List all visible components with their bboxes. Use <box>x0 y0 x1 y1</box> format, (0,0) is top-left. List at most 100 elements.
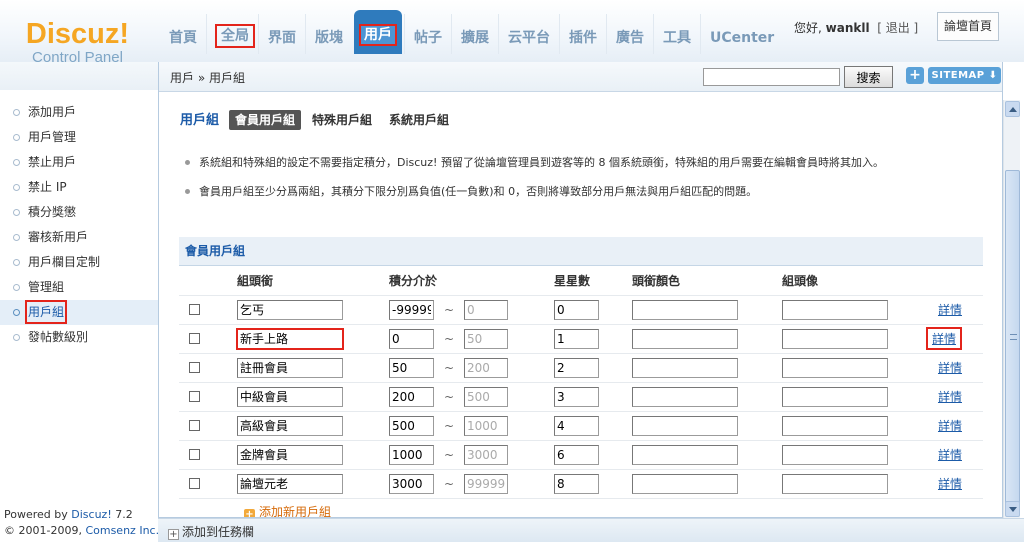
detail-link[interactable]: 詳情 <box>938 303 962 317</box>
sidebar-item[interactable]: 積分獎懲 <box>0 200 158 225</box>
group-icon-input[interactable] <box>782 328 888 349</box>
title-color-input[interactable] <box>632 473 738 494</box>
stars-input[interactable] <box>554 415 599 436</box>
credits-high-input[interactable] <box>464 328 508 349</box>
nav-tab[interactable]: 工具 <box>653 14 700 54</box>
sidebar-item[interactable]: 添加用戶 <box>0 100 158 125</box>
row-checkbox[interactable] <box>189 391 200 402</box>
vertical-scrollbar[interactable] <box>1003 100 1020 518</box>
group-title-input[interactable] <box>237 444 343 465</box>
stars-input[interactable] <box>554 357 599 378</box>
detail-link[interactable]: 詳情 <box>938 419 962 433</box>
stars-input[interactable] <box>554 386 599 407</box>
credits-high-input[interactable] <box>464 473 508 494</box>
credits-low-input[interactable] <box>389 357 434 378</box>
stars-input[interactable] <box>554 444 599 465</box>
logout-link[interactable]: [ 退出 ] <box>877 21 918 35</box>
nav-tab[interactable]: 用戶 <box>354 10 402 54</box>
powered-brand[interactable]: Discuz! <box>71 508 111 521</box>
plus-box-icon: + <box>168 529 179 540</box>
detail-link[interactable]: 詳情 <box>925 327 962 350</box>
sidebar-item[interactable]: 禁止用戶 <box>0 150 158 175</box>
sidebar-item[interactable]: 用戶管理 <box>0 125 158 150</box>
sidebar-item[interactable]: 禁止 IP <box>0 175 158 200</box>
group-title-input[interactable] <box>237 415 343 436</box>
nav-tab[interactable]: UCenter <box>700 14 783 54</box>
group-title-input[interactable] <box>237 386 343 407</box>
add-to-taskbar[interactable]: + 添加到任務欄 <box>168 523 254 540</box>
nav-tab[interactable]: 版塊 <box>305 14 352 54</box>
title-color-input[interactable] <box>632 357 738 378</box>
nav-tab[interactable]: 擴展 <box>451 14 498 54</box>
row-checkbox[interactable] <box>189 362 200 373</box>
nav-tab[interactable]: 全局 <box>206 14 258 54</box>
title-color-input[interactable] <box>632 415 738 436</box>
group-icon-input[interactable] <box>782 444 888 465</box>
subtab[interactable]: 系統用戶組 <box>383 110 455 130</box>
detail-link[interactable]: 詳情 <box>938 361 962 375</box>
bullet-icon <box>13 334 20 341</box>
search-button[interactable]: 搜索 <box>844 66 893 88</box>
sidebar-item[interactable]: 用戶組 <box>0 300 158 325</box>
stars-input[interactable] <box>554 328 599 349</box>
detail-link[interactable]: 詳情 <box>938 477 962 491</box>
group-title-input[interactable] <box>237 473 343 494</box>
add-group-link[interactable]: + 添加新用戶組 <box>244 503 331 517</box>
sidebar-item[interactable]: 發帖數級別 <box>0 325 158 350</box>
detail-link[interactable]: 詳情 <box>938 390 962 404</box>
credits-high-input[interactable] <box>464 386 508 407</box>
bullet-icon <box>185 189 190 194</box>
credits-high-input[interactable] <box>464 299 508 320</box>
credits-high-input[interactable] <box>464 444 508 465</box>
credits-high-input[interactable] <box>464 357 508 378</box>
group-icon-input[interactable] <box>782 415 888 436</box>
credits-low-input[interactable] <box>389 386 434 407</box>
nav-tab[interactable]: 廣告 <box>606 14 653 54</box>
sitemap-button[interactable]: SITEMAP ⬇ <box>928 67 1001 84</box>
credits-low-input[interactable] <box>389 473 434 494</box>
stars-input[interactable] <box>554 299 599 320</box>
credits-low-input[interactable] <box>389 444 434 465</box>
sidebar-item-label: 用戶組 <box>25 300 68 324</box>
title-color-input[interactable] <box>632 444 738 465</box>
title-color-input[interactable] <box>632 299 738 320</box>
group-title-input[interactable] <box>236 327 344 350</box>
subtab[interactable]: 特殊用戶組 <box>306 110 378 130</box>
detail-link[interactable]: 詳情 <box>938 448 962 462</box>
company-link[interactable]: Comsenz Inc. <box>85 524 159 537</box>
nav-tab[interactable]: 首頁 <box>160 14 206 54</box>
row-checkbox[interactable] <box>189 449 200 460</box>
sidebar-item[interactable]: 用戶欄目定制 <box>0 250 158 275</box>
credits-low-input[interactable] <box>389 415 434 436</box>
title-color-input[interactable] <box>632 386 738 407</box>
credits-low-input[interactable] <box>389 328 434 349</box>
title-color-input[interactable] <box>632 328 738 349</box>
group-icon-input[interactable] <box>782 357 888 378</box>
stars-input[interactable] <box>554 473 599 494</box>
row-checkbox[interactable] <box>189 420 200 431</box>
row-checkbox[interactable] <box>189 304 200 315</box>
subtab[interactable]: 會員用戶組 <box>229 110 302 130</box>
group-title-input[interactable] <box>237 299 343 320</box>
credits-low-input[interactable] <box>389 299 434 320</box>
group-icon-input[interactable] <box>782 386 888 407</box>
search-input[interactable] <box>703 68 840 86</box>
credits-high-input[interactable] <box>464 415 508 436</box>
row-checkbox[interactable] <box>189 478 200 489</box>
group-icon-input[interactable] <box>782 473 888 494</box>
row-checkbox[interactable] <box>189 333 200 344</box>
scroll-thumb[interactable] <box>1005 170 1020 506</box>
nav-item-0: 首頁 <box>160 14 206 54</box>
add-shortcut-icon[interactable]: + <box>906 67 924 84</box>
forum-home-button[interactable]: 論壇首頁 <box>937 12 999 41</box>
group-icon-input[interactable] <box>782 299 888 320</box>
nav-tab[interactable]: 云平台 <box>498 14 559 54</box>
nav-tab[interactable]: 界面 <box>258 14 305 54</box>
nav-tab[interactable]: 帖子 <box>404 14 451 54</box>
sidebar-item[interactable]: 審核新用戶 <box>0 225 158 250</box>
group-title-input[interactable] <box>237 357 343 378</box>
scroll-up-icon[interactable] <box>1005 101 1020 117</box>
sidebar-item[interactable]: 管理組 <box>0 275 158 300</box>
nav-tab[interactable]: 插件 <box>559 14 606 54</box>
scroll-down-icon[interactable] <box>1005 501 1020 517</box>
